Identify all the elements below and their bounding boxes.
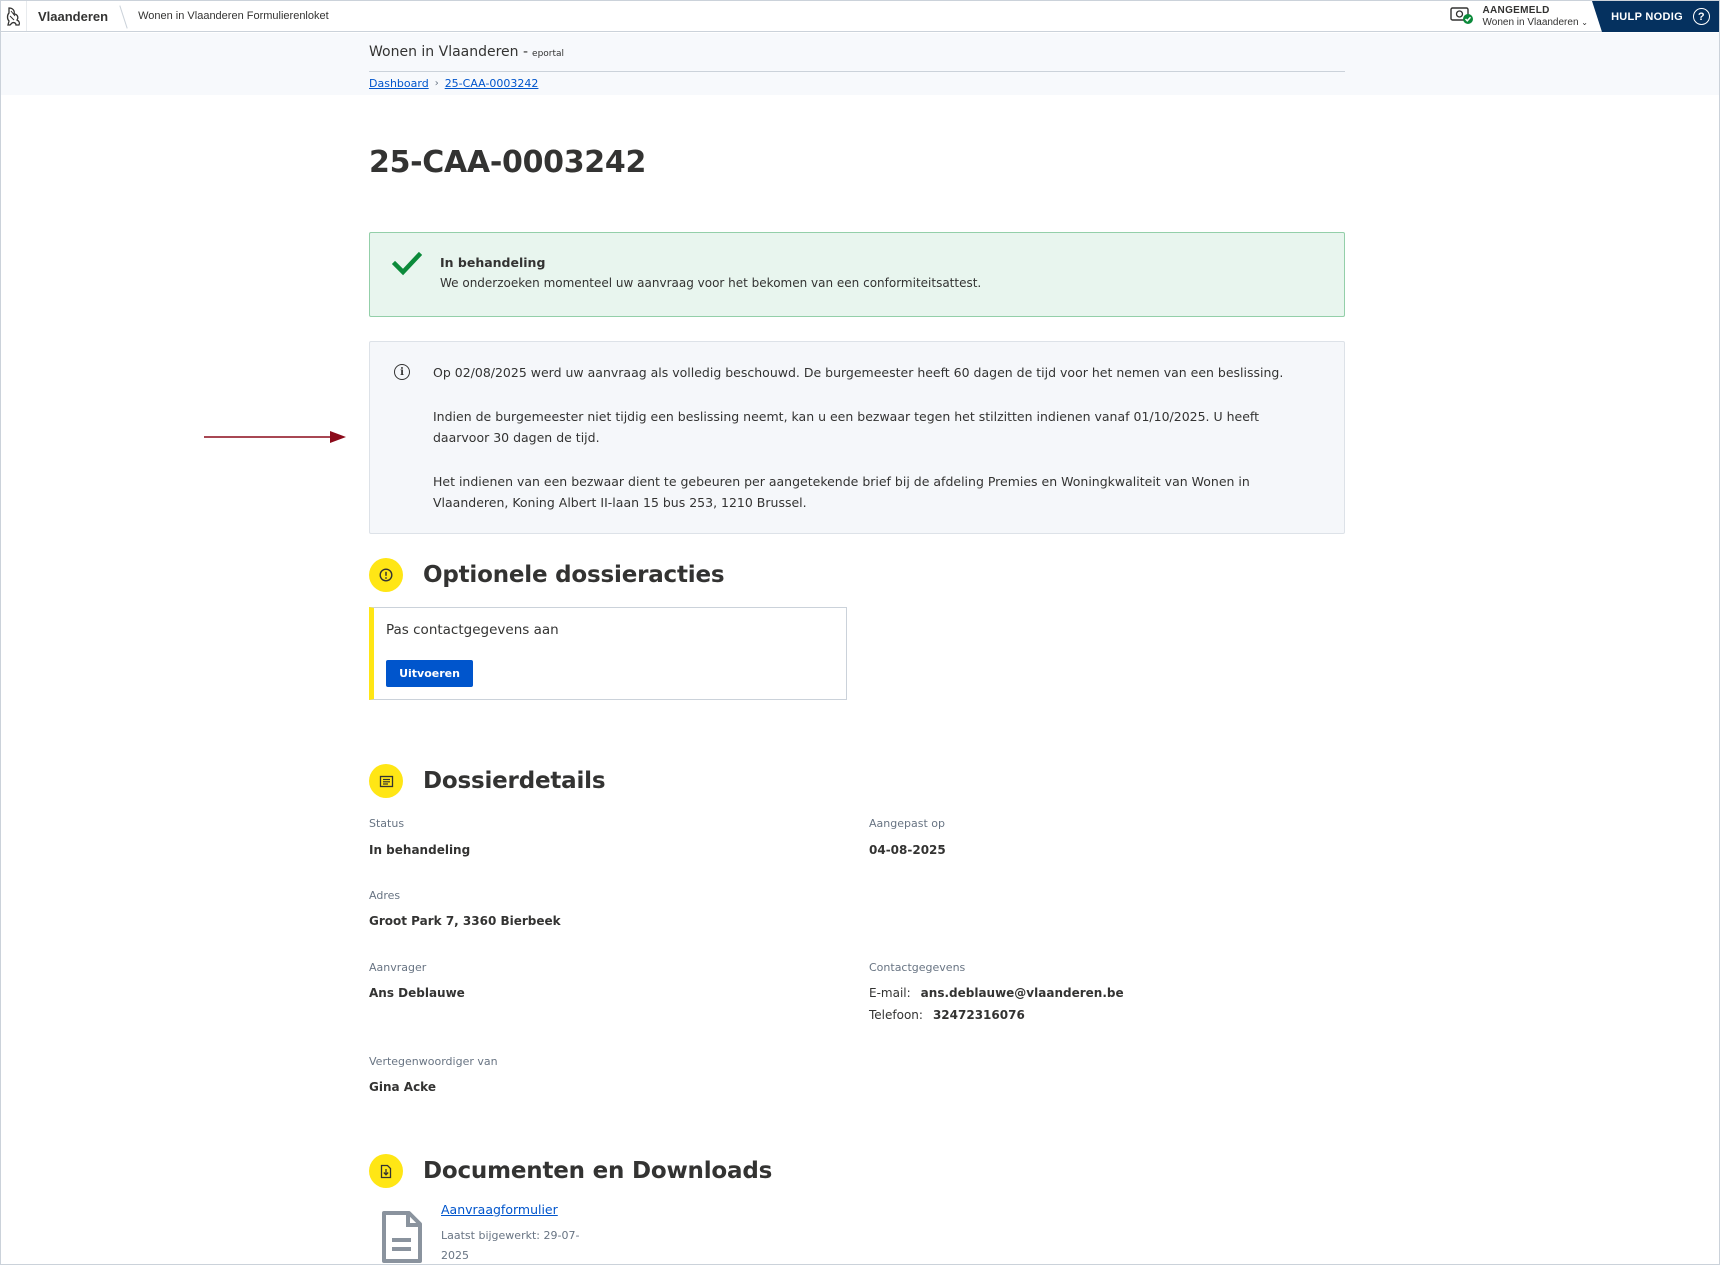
document-meta: Laatst bijgewerkt: 29-07-2025 — [441, 1229, 580, 1262]
applicant-label: Aanvrager — [369, 961, 427, 974]
contact-phone: Telefoon: 32472316076 — [869, 1008, 1025, 1022]
logged-in-icon — [1449, 5, 1474, 29]
file-icon — [382, 1211, 422, 1263]
section-title: Dossierdetails — [423, 768, 606, 794]
brand-vlaanderen[interactable]: Vlaanderen — [27, 9, 118, 24]
check-icon — [392, 251, 422, 276]
email-label: E-mail: — [869, 986, 911, 1000]
section-details-header: Dossierdetails — [369, 764, 606, 798]
status-alert: In behandeling We onderzoeken momenteel … — [369, 232, 1345, 317]
info-icon: i — [394, 364, 410, 380]
execute-button[interactable]: Uitvoeren — [386, 660, 473, 687]
section-documents-header: Documenten en Downloads — [369, 1154, 772, 1188]
site-suffix: eportal — [532, 49, 565, 59]
page-title: 25-CAA-0003242 — [369, 145, 647, 180]
question-circle-icon: ? — [1692, 8, 1710, 25]
download-icon — [369, 1154, 403, 1188]
account-org: Wonen in Vlaanderen ⌄ — [1482, 16, 1588, 28]
phone-value: 32472316076 — [932, 1008, 1025, 1022]
modified-label: Aangepast op — [869, 817, 945, 830]
breadcrumb-dashboard[interactable]: Dashboard — [369, 77, 429, 90]
status-value: In behandeling — [369, 843, 471, 857]
modified-value: 04-08-2025 — [869, 843, 946, 857]
help-button[interactable]: HULP NODIG ? — [1592, 1, 1719, 32]
status-alert-title: In behandeling — [440, 255, 546, 270]
top-bar: Vlaanderen Wonen in Vlaanderen Formulier… — [1, 1, 1719, 32]
action-card: Pas contactgegevens aan Uitvoeren — [369, 607, 847, 700]
document-list-icon — [369, 764, 403, 798]
address-label: Adres — [369, 889, 401, 902]
section-actions-header: Optionele dossieracties — [369, 558, 725, 592]
divider — [369, 71, 1345, 72]
status-label: Status — [369, 817, 405, 830]
applicant-value: Ans Deblauwe — [369, 986, 465, 1000]
action-card-title: Pas contactgegevens aan — [386, 622, 559, 638]
sub-header: Wonen in Vlaanderen - eportal Dashboard ›… — [1, 33, 1719, 95]
status-alert-message: We onderzoeken momenteel uw aanvraag voo… — [440, 276, 982, 290]
section-title: Documenten en Downloads — [423, 1158, 773, 1184]
alert-circle-icon — [369, 558, 403, 592]
brand-divider — [118, 1, 130, 32]
account-state: AANGEMELD — [1482, 4, 1550, 16]
email-value: ans.deblauwe@vlaanderen.be — [920, 986, 1124, 1000]
account-menu[interactable]: AANGEMELD Wonen in Vlaanderen ⌄ — [1449, 1, 1588, 32]
info-paragraph: Op 02/08/2025 werd uw aanvraag als volle… — [433, 365, 1284, 380]
help-label: HULP NODIG — [1611, 10, 1683, 23]
info-paragraph: Indien de burgemeester niet tijdig een b… — [433, 408, 1260, 446]
site-title[interactable]: Wonen in Vlaanderen - eportal — [369, 44, 564, 60]
address-value: Groot Park 7, 3360 Bierbeek — [369, 914, 561, 928]
breadcrumb: Dashboard › 25-CAA-0003242 — [369, 77, 538, 90]
portal-name[interactable]: Wonen in Vlaanderen Formulierenloket — [130, 10, 329, 22]
contact-label: Contactgegevens — [869, 961, 966, 974]
document-link[interactable]: Aanvraagformulier — [441, 1202, 558, 1217]
phone-label: Telefoon: — [869, 1008, 923, 1022]
flemish-lion-logo-icon[interactable] — [1, 1, 27, 31]
chevron-down-icon: ⌄ — [1581, 17, 1588, 27]
representative-label: Vertegenwoordiger van — [369, 1055, 498, 1068]
info-box: i Op 02/08/2025 werd uw aanvraag als vol… — [369, 341, 1345, 534]
info-text: Op 02/08/2025 werd uw aanvraag als volle… — [433, 362, 1313, 536]
info-paragraph: Het indienen van een bezwaar dient te ge… — [433, 473, 1250, 511]
section-title: Optionele dossieracties — [423, 562, 725, 588]
breadcrumb-dossier[interactable]: 25-CAA-0003242 — [445, 77, 539, 90]
contact-email: E-mail: ans.deblauwe@vlaanderen.be — [869, 986, 1124, 1000]
chevron-right-icon: › — [434, 78, 439, 89]
representative-value: Gina Acke — [369, 1080, 436, 1094]
annotation-arrow-icon — [204, 431, 346, 443]
